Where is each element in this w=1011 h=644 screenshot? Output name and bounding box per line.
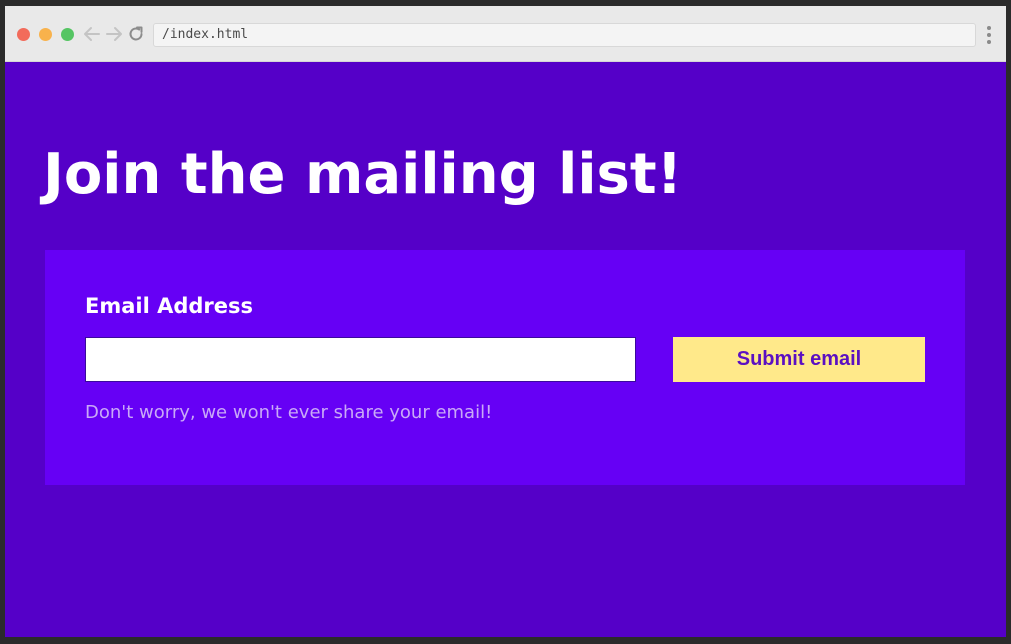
submit-email-button[interactable]: Submit email	[673, 337, 925, 382]
address-bar[interactable]: /index.html	[153, 23, 976, 47]
reload-icon[interactable]	[126, 23, 146, 45]
email-field[interactable]	[85, 337, 636, 382]
privacy-hint: Don't worry, we won't ever share your em…	[85, 402, 493, 423]
minimize-window-button[interactable]	[39, 28, 52, 41]
signup-card: Email Address Submit email Don't worry, …	[45, 250, 965, 485]
browser-window: /index.html Join the mailing list! Email…	[5, 6, 1006, 637]
arrow-right-icon[interactable]	[104, 23, 124, 45]
kebab-menu-icon[interactable]	[986, 26, 992, 44]
arrow-left-icon[interactable]	[82, 23, 102, 45]
page-title: Join the mailing list!	[43, 142, 683, 207]
close-window-button[interactable]	[17, 28, 30, 41]
email-label: Email Address	[85, 294, 254, 318]
maximize-window-button[interactable]	[61, 28, 74, 41]
browser-toolbar: /index.html	[5, 6, 1006, 62]
